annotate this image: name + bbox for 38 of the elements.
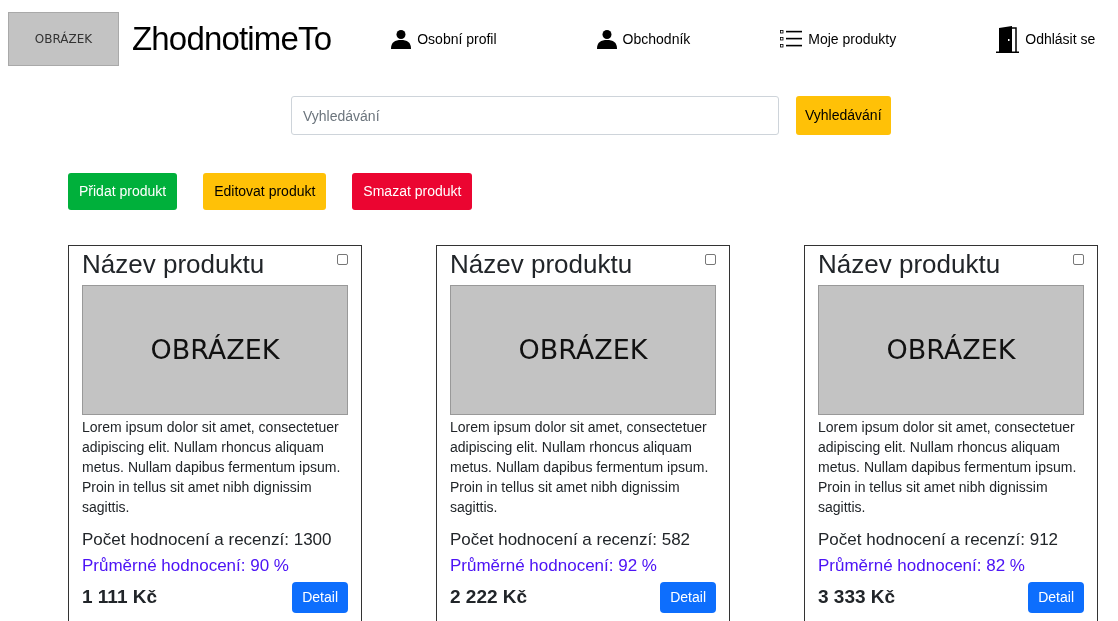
nav-link[interactable]: Obchodník xyxy=(596,28,691,50)
average-rating: Průměrné hodnocení: 82 % xyxy=(818,555,1026,577)
action-button[interactable]: Editovat produkt xyxy=(203,173,327,210)
product-price: 2 222 Kč xyxy=(450,585,528,610)
placeholder-label: OBRÁZEK xyxy=(150,332,280,367)
product-description: Lorem ipsum dolor sit amet, consectetuer adipiscing elit. Nullam rhoncus aliquam metus. Nullam dapibus fermentum ipsum. Proin in tellus sit amet nibh dignissim sagittis. xyxy=(82,418,342,517)
product-description: Lorem ipsum dolor sit amet, consectetuer adipiscing elit. Nullam rhoncus aliquam metus. Nullam dapibus fermentum ipsum. Proin in tellus sit amet nibh dignissim sagittis. xyxy=(450,418,710,517)
review-count: Počet hodnocení a recenzí: 912 xyxy=(818,529,1060,551)
nav-link[interactable]: Moje produkty xyxy=(780,28,897,50)
person-icon xyxy=(391,29,412,49)
person-icon xyxy=(596,29,617,49)
list-icon xyxy=(780,30,803,48)
checkbox[interactable] xyxy=(705,254,716,265)
nav-link[interactable]: Osobní profil xyxy=(391,28,497,50)
product-title: Název produktu xyxy=(82,248,265,280)
search-field[interactable]: Vyhledávání xyxy=(291,96,779,135)
product-title: Název produktu xyxy=(450,248,633,280)
detail-button[interactable]: Detail xyxy=(292,582,348,613)
review-count: Počet hodnocení a recenzí: 582 xyxy=(450,529,692,551)
door-icon xyxy=(996,25,1020,53)
nav-link[interactable]: Odhlásit se xyxy=(996,25,1096,53)
detail-button[interactable]: Detail xyxy=(660,582,716,613)
placeholder-label: OBRÁZEK xyxy=(886,332,1016,367)
checkbox[interactable] xyxy=(337,254,348,265)
placeholder-label: OBRÁZEK xyxy=(34,30,93,48)
product-price: 1 111 Kč xyxy=(82,585,158,610)
product-price: 3 333 Kč xyxy=(818,585,896,610)
average-rating: Průměrné hodnocení: 92 % xyxy=(450,555,658,577)
brand-title: ZhodnotimeTo xyxy=(132,19,332,60)
search-button[interactable]: Vyhledávání xyxy=(796,96,891,135)
product-description: Lorem ipsum dolor sit amet, consectetuer adipiscing elit. Nullam rhoncus aliquam metus. Nullam dapibus fermentum ipsum. Proin in tellus sit amet nibh dignissim sagittis. xyxy=(818,418,1078,517)
action-button[interactable]: Smazat produkt xyxy=(352,173,473,210)
review-count: Počet hodnocení a recenzí: 1300 xyxy=(82,529,333,551)
checkbox[interactable] xyxy=(1073,254,1084,265)
placeholder-label: OBRÁZEK xyxy=(518,332,648,367)
detail-button[interactable]: Detail xyxy=(1028,582,1084,613)
average-rating: Průměrné hodnocení: 90 % xyxy=(82,555,290,577)
product-title: Název produktu xyxy=(818,248,1001,280)
